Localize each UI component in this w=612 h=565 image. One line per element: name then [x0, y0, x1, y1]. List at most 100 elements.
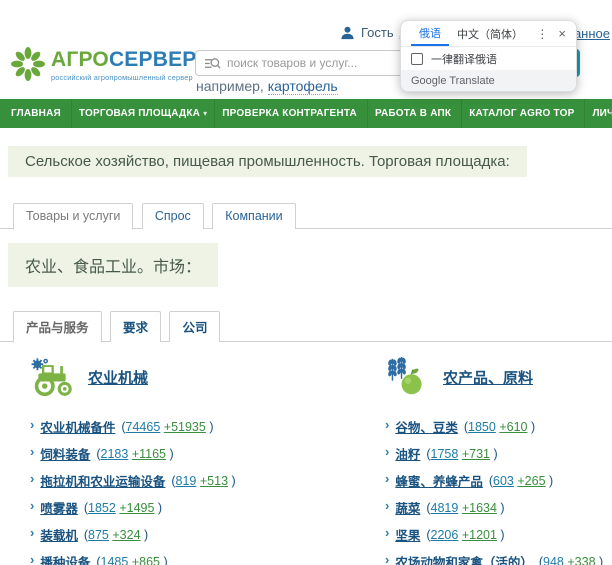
wheat-apple-icon	[385, 357, 429, 397]
tab-products-services-zh[interactable]: 产品与服务	[13, 311, 102, 343]
new-count-link[interactable]: +1634	[462, 501, 497, 515]
offer-count-link[interactable]: 1852	[88, 501, 116, 515]
chevron-right-icon: ›	[385, 417, 389, 432]
always-translate-label: 一律翻译俄语	[431, 51, 497, 67]
list-item: › 拖拉机和农业运输设备 (819 +513 )	[30, 467, 378, 494]
nav-item-label: ТОРГОВАЯ ПЛОЩАДКА	[79, 108, 200, 119]
category-products-title[interactable]: 农产品、原料	[443, 367, 533, 388]
new-count-link[interactable]: +610	[499, 420, 527, 434]
search-example-link[interactable]: картофель	[268, 78, 338, 95]
search-placeholder: поиск товаров и услуг...	[227, 56, 357, 70]
page: Гость л анное АГРОСЕРВЕР.ru	[0, 0, 612, 565]
tabs-chinese: 产品与服务 要求 公司	[0, 310, 612, 342]
logo[interactable]: АГРОСЕРВЕР.ru российский агропромышленны…	[10, 46, 215, 82]
always-translate-checkbox[interactable]	[411, 53, 423, 65]
chevron-down-icon: ▾	[203, 109, 207, 118]
nav-item[interactable]: ЛИЧНЫЙ КАБИНЕТ	[585, 99, 612, 128]
translate-tab-target-language[interactable]: 中文（简体）	[449, 21, 531, 46]
tab-demand-zh[interactable]: 要求	[110, 311, 161, 342]
new-count-link[interactable]: +324	[112, 528, 140, 542]
kebab-menu-icon[interactable]: ⋮	[532, 27, 552, 41]
chevron-right-icon: ›	[385, 498, 389, 513]
tabs-russian: Товары и услуги Спрос Компании	[0, 202, 612, 229]
chevron-right-icon: ›	[30, 552, 34, 565]
subcategory-link[interactable]: 喷雾器	[40, 498, 78, 517]
logo-tagline: российский агропромышленный сервер	[51, 73, 215, 82]
nav-item-label: КАТАЛОГ AGRO TOP	[469, 108, 574, 119]
offer-count-link[interactable]: 1485	[101, 555, 129, 565]
logo-text: АГРОСЕРВЕР.ru российский агропромышленны…	[51, 46, 215, 82]
list-item: › 装载机 (875 +324 )	[30, 521, 378, 548]
nav-item[interactable]: ПРОВЕРКА КОНТРАГЕНТА	[215, 99, 368, 128]
list-item: › 蜂蜜、养蜂产品 (603 +265 )	[385, 467, 610, 494]
counts: (1485 +865 )	[96, 555, 167, 565]
offer-count-link[interactable]: 819	[176, 474, 197, 488]
offer-count-link[interactable]: 875	[88, 528, 109, 542]
offer-count-link[interactable]: 603	[493, 474, 514, 488]
counts: (1852 +1495 )	[84, 501, 162, 515]
new-count-link[interactable]: +731	[462, 447, 490, 461]
subcategory-link[interactable]: 谷物、豆类	[395, 417, 458, 436]
chevron-right-icon: ›	[30, 525, 34, 540]
offer-count-link[interactable]: 1850	[468, 420, 496, 434]
offer-count-link[interactable]: 2183	[101, 447, 129, 461]
category-products-list: › 谷物、豆类 (1850 +610 ) › 油籽 (1758 +731 ) ›…	[385, 413, 610, 565]
tab-companies[interactable]: Компании	[212, 203, 295, 229]
new-count-link[interactable]: +265	[517, 474, 545, 488]
topbar-link-partial-right[interactable]: анное	[574, 26, 610, 41]
new-count-link[interactable]: +1201	[462, 528, 497, 542]
chevron-right-icon: ›	[385, 471, 389, 486]
subcategory-link[interactable]: 拖拉机和农业运输设备	[40, 471, 165, 490]
chevron-right-icon: ›	[385, 552, 389, 565]
close-icon[interactable]: ×	[552, 26, 570, 41]
new-count-link[interactable]: +1165	[132, 447, 166, 461]
subcategory-link[interactable]: 农业机械备件	[40, 417, 115, 436]
chevron-right-icon: ›	[385, 525, 389, 540]
tab-demand[interactable]: Спрос	[142, 203, 204, 229]
new-count-link[interactable]: +338	[567, 555, 595, 565]
new-count-link[interactable]: +51935	[164, 420, 206, 434]
offer-count-link[interactable]: 4819	[431, 501, 459, 515]
counts: (1850 +610 )	[464, 420, 535, 434]
list-item: › 坚果 (2206 +1201 )	[385, 521, 610, 548]
subcategory-link[interactable]: 播种设备	[40, 552, 90, 565]
nav-item[interactable]: КАТАЛОГ AGRO TOP	[462, 99, 585, 128]
offer-count-link[interactable]: 948	[543, 555, 564, 565]
category-products-header[interactable]: 农产品、原料	[385, 355, 610, 399]
tab-goods-services[interactable]: Товары и услуги	[13, 203, 133, 230]
tractor-icon	[30, 357, 74, 397]
subcategory-link[interactable]: 蜂蜜、养蜂产品	[395, 471, 483, 490]
category-products: 农产品、原料 › 谷物、豆类 (1850 +610 ) › 油籽 (1758 +…	[385, 355, 610, 565]
category-machinery: 农业机械 › 农业机械备件 (74465 +51935 ) › 饲料装备 (21…	[30, 355, 378, 565]
search-hint-prefix: например,	[196, 78, 268, 94]
nav-item[interactable]: ТОРГОВАЯ ПЛОЩАДКА ▾	[72, 99, 215, 128]
flower-logo-icon	[10, 46, 46, 82]
google-translate-popup: 俄语 中文（简体） ⋮ × 一律翻译俄语 Google Translate	[400, 20, 577, 92]
subcategory-link[interactable]: 农场动物和家禽（活的）	[395, 552, 533, 565]
subcategory-link[interactable]: 装载机	[40, 525, 78, 544]
category-machinery-title[interactable]: 农业机械	[88, 367, 148, 388]
offer-count-link[interactable]: 74465	[126, 420, 161, 434]
search-icon	[204, 56, 221, 71]
nav-item[interactable]: РАБОТА В АПК	[368, 99, 462, 128]
subcategory-link[interactable]: 油籽	[395, 444, 420, 463]
subcategory-link[interactable]: 蔬菜	[395, 498, 420, 517]
google-translate-branding: Google Translate	[401, 70, 576, 91]
section-heading-chinese: 农业、食品工业。市场：	[8, 243, 218, 287]
new-count-link[interactable]: +1495	[119, 501, 154, 515]
tab-companies-zh[interactable]: 公司	[169, 311, 220, 342]
list-item: › 喷雾器 (1852 +1495 )	[30, 494, 378, 521]
new-count-link[interactable]: +513	[200, 474, 228, 488]
counts: (875 +324 )	[84, 528, 148, 542]
translate-tab-source-language[interactable]: 俄语	[411, 21, 449, 46]
counts: (603 +265 )	[489, 474, 553, 488]
offer-count-link[interactable]: 2206	[431, 528, 459, 542]
subcategory-link[interactable]: 坚果	[395, 525, 420, 544]
subcategory-link[interactable]: 饲料装备	[40, 444, 90, 463]
section-heading-russian: Сельское хозяйство, пищевая промышленнос…	[8, 146, 527, 177]
counts: (819 +513 )	[171, 474, 235, 488]
new-count-link[interactable]: +865	[132, 555, 160, 565]
offer-count-link[interactable]: 1758	[431, 447, 459, 461]
category-machinery-header[interactable]: 农业机械	[30, 355, 378, 399]
nav-item[interactable]: ГЛАВНАЯ	[4, 99, 72, 128]
